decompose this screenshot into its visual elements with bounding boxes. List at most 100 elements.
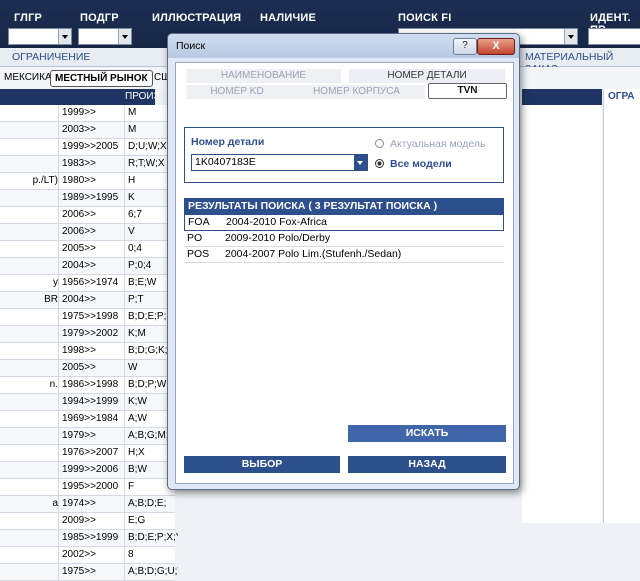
result-desc: 2004-2010 Fox-Africa [226,216,327,228]
cell-divider [58,513,59,529]
table-row[interactable]: 1975>> A;B;D;G;U;W;X;Y;Z;0;9 [0,564,178,581]
table-row[interactable]: 1989>>1995 K [0,190,175,207]
table-row[interactable]: 1994>>1999 K;W [0,394,175,411]
ident-combo[interactable] [588,28,640,45]
table-cell: 8 [128,549,134,560]
chevron-down-icon[interactable] [564,29,577,44]
cell-divider [124,496,125,512]
table-row[interactable]: 2006>> V [0,224,175,241]
cell-divider [124,411,125,427]
table-row[interactable]: p./LT) 1980>> H [0,173,175,190]
chevron-down-icon[interactable] [58,29,71,44]
header-label-availability: НАЛИЧИЕ [260,12,317,24]
table-cell: 1976>>2007 [62,447,119,458]
table-row[interactable]: 1979>>2002 K;M [0,326,175,343]
table-row[interactable]: 1998>> B;D;G;K; [0,343,175,360]
table-row[interactable]: 1999>>2005 D;U;W;X; [0,139,175,156]
tab-local-market[interactable]: МЕСТНЫЙ РЫНОК [50,70,153,87]
table-cell: 2006>> [62,226,96,237]
cell-divider [124,173,125,189]
cell-divider [58,428,59,444]
table-row[interactable]: 1995>>2000 F [0,479,175,496]
table-cell: 2004>> [62,294,96,305]
table-row[interactable]: y 1956>>1974 B;E;W [0,275,175,292]
table-row[interactable]: 2005>> 0;4 [0,241,175,258]
cell-divider [58,173,59,189]
help-button[interactable]: ? [453,38,477,55]
table-row[interactable]: 2006>> 6;7 [0,207,175,224]
right-list-header [522,89,602,105]
table-row[interactable]: a 1974>> A;B;D;E; [0,496,175,513]
table-cell: 1985>>1999 [62,532,119,543]
tab-name[interactable]: НАИМЕНОВАНИЕ [186,69,341,83]
cell-divider [58,292,59,308]
table-row[interactable]: n. 1986>>1998 B;D;P;W [0,377,175,394]
table-row[interactable]: 1979>> A;B;G;M; [0,428,175,445]
select-button[interactable]: ВЫБОР [184,456,340,473]
table-cell: 2009>> [62,515,96,526]
close-button[interactable]: X [477,38,515,55]
table-cell: 1999>>2005 [62,141,119,152]
chevron-down-icon[interactable] [354,155,367,170]
table-cell: 1983>> [62,158,96,169]
part-number-select[interactable]: 1K0407183E [191,154,368,171]
radio-all-label: Все модели [390,158,452,170]
glgr-combo[interactable] [8,28,72,45]
table-cell: 1975>> [62,566,96,577]
part-number-group: Номер детали 1K0407183E Актуальная модел… [184,127,504,183]
back-button[interactable]: НАЗАД [348,456,506,473]
table-row[interactable]: 2005>> W [0,360,175,377]
result-code: FOA [188,216,210,228]
result-row[interactable]: POS 2004-2007 Polo Lim.(Stufenh./Sedan) [184,247,504,263]
radio-selected-icon [375,159,384,168]
restriction-label[interactable]: ОГРАНИЧЕНИЕ [12,51,90,63]
search-button[interactable]: ИСКАТЬ [348,425,506,442]
table-row[interactable]: 2003>> M [0,122,175,139]
cell-divider [58,564,59,580]
table-cell: 1994>>1999 [62,396,119,407]
table-cell: 1969>>1984 [62,413,119,424]
table-row[interactable]: 1999>> M [0,105,175,122]
dialog-titlebar[interactable]: Поиск ? X [168,34,519,58]
header-label-podgr: ПОДГР [80,12,119,24]
tab-body-number[interactable]: НОМЕР КОРПУСА [288,85,425,99]
cell-divider [58,530,59,546]
table-row[interactable]: 1983>> R;T;W;X [0,156,175,173]
table-row[interactable]: 2002>> 8 [0,547,175,564]
cell-divider [124,207,125,223]
cell-divider [58,224,59,240]
result-desc: 2009-2010 Polo/Derby [225,232,331,244]
table-row[interactable]: 1976>>2007 H;X [0,445,175,462]
table-row[interactable]: 1999>>2006 B;W [0,462,175,479]
result-row[interactable]: FOA 2004-2010 Fox-Africa [184,214,504,231]
cell-divider [58,411,59,427]
cell-divider [124,326,125,342]
header-label-glgr: ГЛГР [14,12,43,24]
tab-kd-number[interactable]: НОМЕР KD [186,85,288,99]
chevron-down-icon[interactable] [118,29,131,44]
podgr-combo[interactable] [78,28,132,45]
table-cell: 2006>> [62,209,96,220]
table-row[interactable]: 2004>> P;0;4 [0,258,175,275]
search-dialog: Поиск ? X НАИМЕНОВАНИЕ НОМЕР ДЕТАЛИ НОМЕ… [167,33,520,490]
tab-part-number[interactable]: НОМЕР ДЕТАЛИ [349,69,505,83]
result-row[interactable]: PO 2009-2010 Polo/Derby [184,231,504,247]
table-cell: 2002>> [62,549,96,560]
radio-all-models[interactable]: Все модели [375,158,452,170]
cell-divider [58,207,59,223]
table-row[interactable]: 1985>>1999 B;D;E;P;X;Y [0,530,178,547]
tab-mexico[interactable]: МЕКСИКА [0,70,56,85]
radio-actual-model[interactable]: Актуальная модель [375,138,486,150]
table-row[interactable]: 2009>> E;G [0,513,175,530]
result-code: PO [187,232,203,244]
table-row[interactable]: 1969>>1984 A;W [0,411,175,428]
cell-divider [124,258,125,274]
table-row[interactable]: 1975>>1998 B;D;E;P; [0,309,175,326]
models-table: 1999>> M 2003>> M 1999>>2005 D;U;W;X; 1983>> R;… [0,105,178,581]
table-cell: E;G [128,515,146,526]
cell-divider [58,479,59,495]
right-list [522,89,602,523]
tab-tvn[interactable]: TVN [428,83,507,99]
cell-divider [58,241,59,257]
table-row[interactable]: BR 2004>> P;T [0,292,175,309]
